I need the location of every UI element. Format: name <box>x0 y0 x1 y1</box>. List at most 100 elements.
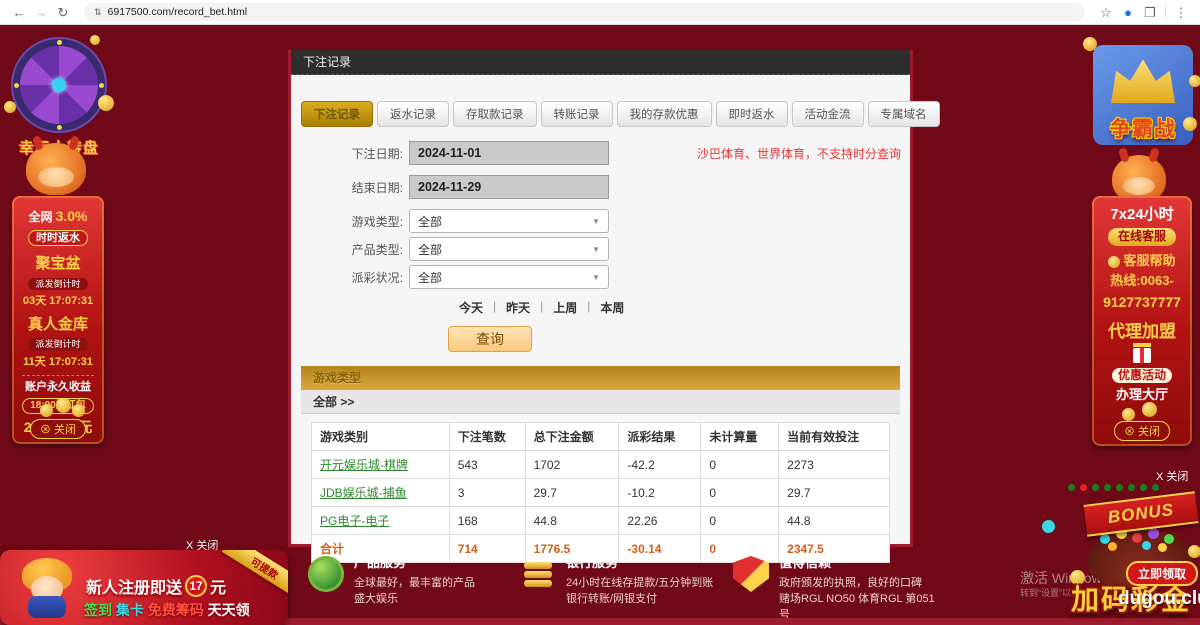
footer-line: 银行转账/网银支付 <box>566 591 713 607</box>
cell-valid: 29.7 <box>779 479 890 507</box>
site-info-icon[interactable]: ⇅ <box>94 7 102 18</box>
forward-icon[interactable]: → <box>30 0 52 25</box>
perk-free-chips: 免费筹码 <box>148 602 204 618</box>
tab-activity-flow[interactable]: 活动金流 <box>792 101 864 127</box>
bet-date-input[interactable] <box>409 141 609 165</box>
table-row: 开元娱乐城-棋牌 543 1702 -42.2 0 2273 <box>312 451 890 479</box>
category-link[interactable]: 开元娱乐城-棋牌 <box>320 458 408 472</box>
game-type-label: 游戏类型: <box>331 213 403 230</box>
globe-icon <box>308 556 344 592</box>
carousel-dot[interactable] <box>1092 484 1099 491</box>
page-background: 下注记录 下注记录 返水记录 存取款记录 转账记录 我的存款优惠 即时返水 活动… <box>0 25 1200 625</box>
query-button[interactable]: 查询 <box>448 326 532 352</box>
col-game-category: 游戏类别 <box>312 423 450 451</box>
carousel-dot[interactable] <box>1152 484 1159 491</box>
breadcrumb[interactable]: 全部 >> <box>301 390 900 414</box>
newcomer-promo-banner[interactable]: 可提款 新人注册即送 17 元 签到 集卡 免费筹码 天天领 <box>0 550 288 625</box>
perk-signin: 签到 <box>84 602 112 618</box>
carousel-dot[interactable] <box>1068 484 1075 491</box>
countdown-time: 03天 17:07:31 <box>12 295 104 308</box>
address-bar[interactable]: ⇅ 6917500.com/record_bet.html <box>84 3 1085 21</box>
battle-event-banner[interactable]: 争霸战 <box>1093 45 1193 145</box>
rebate-percent: 3.0% <box>56 208 88 224</box>
close-label: 关闭 <box>54 424 76 436</box>
url-text: 6917500.com/record_bet.html <box>108 6 248 18</box>
panel-title: 下注记录 <box>291 50 910 75</box>
quick-link-last-week[interactable]: 上周 <box>553 299 577 316</box>
carousel-dot[interactable] <box>1140 484 1147 491</box>
quick-link-this-week[interactable]: 本周 <box>600 299 624 316</box>
payout-status-select[interactable]: 全部 ▼ <box>409 265 609 289</box>
close-left-banner-button[interactable]: ⊗ 关闭 <box>30 419 86 439</box>
category-link[interactable]: JDB娱乐城-捕鱼 <box>320 486 407 500</box>
close-label: 关闭 <box>1138 426 1160 438</box>
tab-transfer-records[interactable]: 转账记录 <box>541 101 613 127</box>
treasure-bowl-title: 聚宝盆 <box>12 255 104 272</box>
cell-bets: 543 <box>449 451 525 479</box>
bookmark-star-icon[interactable]: ☆ <box>1095 0 1117 25</box>
tab-bet-records[interactable]: 下注记录 <box>301 101 373 127</box>
coin-icon <box>90 35 100 45</box>
footer-trust: 值得信赖 政府颁发的执照，良好的口碑 赌场RGL NO50 体育RGL 第051… <box>733 552 943 623</box>
menu-kebab-icon[interactable]: ⋮ <box>1170 0 1192 25</box>
divider: | <box>540 299 543 316</box>
footer-title: 产品服务 <box>354 552 475 571</box>
daily-perks-line: 签到 集卡 免费筹码 天天领 <box>84 600 250 620</box>
carousel-dot[interactable] <box>1128 484 1135 491</box>
reload-icon[interactable]: ↻ <box>52 0 74 25</box>
cell-uncounted: 0 <box>701 479 779 507</box>
footer-title: 银行服务 <box>566 552 713 571</box>
game-type-value: 全部 <box>418 213 442 230</box>
tab-my-deposit-offers[interactable]: 我的存款优惠 <box>617 101 712 127</box>
lucky-wheel-banner[interactable]: 幸运大转盘 <box>6 39 112 158</box>
close-right-banner-button[interactable]: ⊗ 关闭 <box>1114 421 1170 441</box>
category-link[interactable]: PG电子-电子 <box>320 514 389 528</box>
divider: | <box>493 299 496 316</box>
perk-daily-claim: 天天领 <box>208 602 250 618</box>
hotline-line1: 热线:0063- <box>1092 274 1192 289</box>
tab-rebate-records[interactable]: 返水记录 <box>377 101 449 127</box>
account-benefit-text: 账户永久收益 <box>12 381 104 394</box>
service-hall-text: 办理大厅 <box>1092 388 1192 403</box>
tab-deposit-withdraw-records[interactable]: 存取款记录 <box>453 101 537 127</box>
product-type-label: 产品类型: <box>331 241 403 258</box>
end-date-input[interactable] <box>409 175 609 199</box>
table-row: JDB娱乐城-捕鱼 3 29.7 -10.2 0 29.7 <box>312 479 890 507</box>
carousel-dot-active[interactable] <box>1080 484 1087 491</box>
sports-note: 沙巴体育、世界体育，不支持时分查询 <box>697 145 901 162</box>
hotline-line2: 9127737777 <box>1092 294 1192 310</box>
chevron-down-icon: ▼ <box>592 245 600 254</box>
site-watermark: dugou.club <box>1118 588 1200 610</box>
cell-valid: 2273 <box>779 451 890 479</box>
quick-link-today[interactable]: 今天 <box>459 299 483 316</box>
quick-link-yesterday[interactable]: 昨天 <box>506 299 530 316</box>
footer-line: 24小时在线存提款/五分钟到账 <box>566 575 713 591</box>
product-type-value: 全部 <box>418 241 442 258</box>
claim-now-button[interactable]: 立即领取 <box>1126 561 1198 586</box>
back-icon[interactable]: ← <box>8 0 30 25</box>
coin-icon <box>4 101 16 113</box>
tab-restore-icon[interactable]: ❐ <box>1139 0 1161 25</box>
countdown-time: 11天 17:07:31 <box>12 356 104 369</box>
carousel-dot[interactable] <box>1116 484 1123 491</box>
product-type-select[interactable]: 全部 ▼ <box>409 237 609 261</box>
col-bet-count: 下注笔数 <box>449 423 525 451</box>
cell-uncounted: 0 <box>701 451 779 479</box>
bonus-amount-coin: 17 <box>185 575 207 597</box>
tab-instant-rebate[interactable]: 即时返水 <box>716 101 788 127</box>
live-vault-title: 真人金库 <box>12 316 104 333</box>
crown-icon <box>1111 57 1175 103</box>
bonus-ribbon: BONUS <box>1083 491 1198 536</box>
tab-exclusive-domain[interactable]: 专属域名 <box>868 101 940 127</box>
customer-service-banner[interactable]: 7x24小时 在线客服 客服帮助 热线:0063- 9127737777 代理加… <box>1092 196 1192 446</box>
rebate-banner[interactable]: 全网 3.0% 时时返水 聚宝盆 派发倒计时 03天 17:07:31 真人金库… <box>12 196 104 444</box>
divider <box>22 375 94 376</box>
game-type-select[interactable]: 全部 ▼ <box>409 209 609 233</box>
extension-icon[interactable]: ● <box>1117 0 1139 25</box>
carousel-dot[interactable] <box>1104 484 1111 491</box>
col-uncounted: 未计算量 <box>701 423 779 451</box>
cell-payout: 22.26 <box>619 507 701 535</box>
close-bottom-right-banner[interactable]: X 关闭 <box>1156 468 1188 484</box>
countdown-label: 派发倒计时 <box>28 278 87 290</box>
footer-banking: 银行服务 24小时在线存提款/五分钟到账 银行转账/网银支付 <box>520 552 730 607</box>
